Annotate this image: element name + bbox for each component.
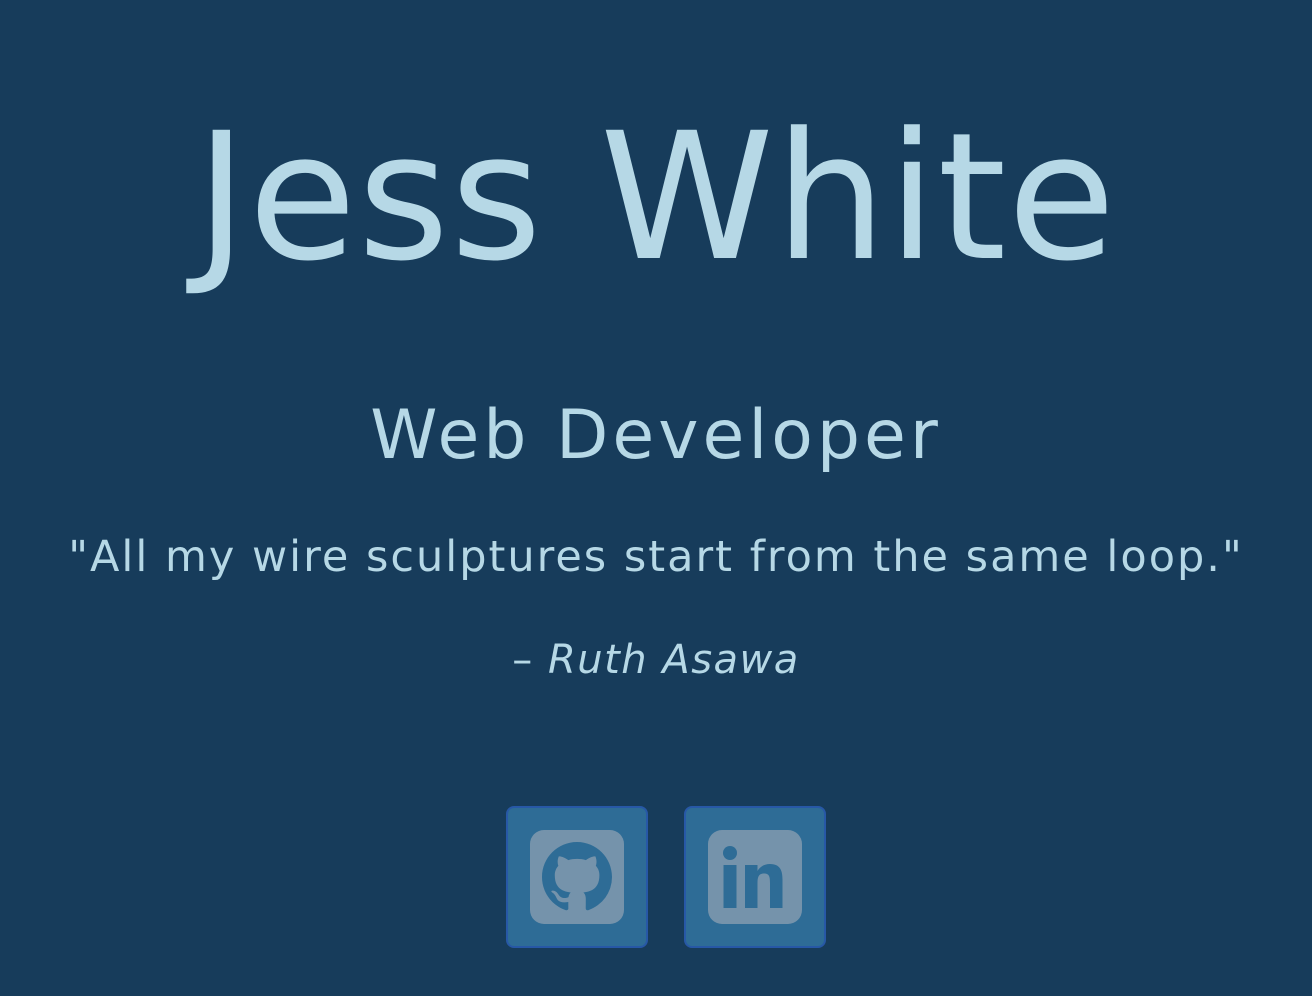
page-title: Jess White bbox=[195, 95, 1117, 300]
job-title: Web Developer bbox=[370, 396, 942, 475]
github-icon bbox=[530, 830, 624, 924]
quote-attribution: – Ruth Asawa bbox=[0, 640, 1312, 680]
quote-text: "All my wire sculptures start from the s… bbox=[68, 532, 1244, 582]
social-links bbox=[506, 806, 826, 948]
attribution-dash: – bbox=[512, 637, 534, 683]
quote-author: Ruth Asawa bbox=[547, 637, 800, 683]
linkedin-icon bbox=[708, 830, 802, 924]
github-link-button[interactable] bbox=[506, 806, 648, 948]
linkedin-link-button[interactable] bbox=[684, 806, 826, 948]
landing-page: Jess White Web Developer "All my wire sc… bbox=[0, 0, 1312, 996]
